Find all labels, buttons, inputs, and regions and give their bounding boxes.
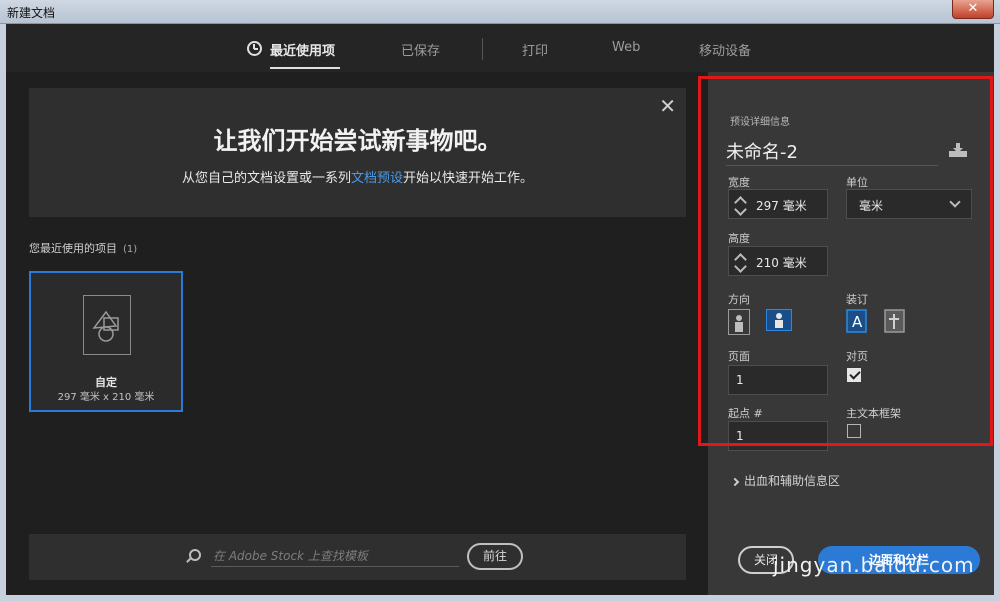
window-titlebar: 新建文档 ✕ [0,0,1000,24]
go-button[interactable]: 前往 [467,543,523,570]
tab-mobile[interactable]: 移动设备 [699,40,751,59]
recent-items-count: (1) [123,244,138,255]
watermark-text: jingyan.baidu.com [773,553,975,577]
window-title: 新建文档 [7,6,56,20]
search-icon [189,549,201,561]
bleed-slug-label: 出血和辅助信息区 [744,474,841,488]
tab-recent[interactable]: 最近使用项 [270,40,335,59]
tab-web[interactable]: Web [612,40,640,55]
recent-document-card[interactable]: 自定 297 毫米 x 210 毫米 [29,271,183,412]
recent-items-title: 您最近使用的项目 [29,242,117,255]
tab-print[interactable]: 打印 [522,40,548,59]
banner-subtitle-text: 从您自己的文档设置或一系列 [181,171,351,186]
document-icon [83,295,131,355]
recent-items-label: 您最近使用的项目 (1) [29,240,137,256]
bleed-slug-toggle[interactable]: 出血和辅助信息区 [730,472,841,489]
tab-saved[interactable]: 已保存 [401,40,440,59]
tab-bar: 最近使用项 已保存 打印 Web 移动设备 [6,24,994,72]
active-tab-indicator [270,67,340,69]
stock-search-input[interactable] [211,545,459,567]
banner-subtitle-text-end: 开始以快速开始工作。 [403,171,534,186]
clock-icon [247,41,262,56]
banner-subtitle: 从您自己的文档设置或一系列文档预设开始以快速开始工作。 [29,167,686,186]
recent-item-size: 297 毫米 x 210 毫米 [57,392,155,403]
highlight-annotation-box [698,76,993,446]
new-document-dialog: 最近使用项 已保存 打印 Web 移动设备 让我们开始尝试新事物吧。 从您自己的… [6,24,994,595]
welcome-banner: 让我们开始尝试新事物吧。 从您自己的文档设置或一系列文档预设开始以快速开始工作。… [29,88,686,217]
stock-search-bar: 前往 [29,534,686,580]
shapes-icon [92,310,119,342]
banner-title: 让我们开始尝试新事物吧。 [213,127,502,155]
window-frame-bottom [0,595,1000,601]
document-presets-link[interactable]: 文档预设 [351,171,403,186]
window-frame-right [994,24,1000,601]
banner-close-icon[interactable]: ✕ [659,94,676,118]
window-close-button[interactable]: ✕ [952,0,994,19]
tab-divider [482,38,483,60]
chevron-right-icon [730,477,740,487]
